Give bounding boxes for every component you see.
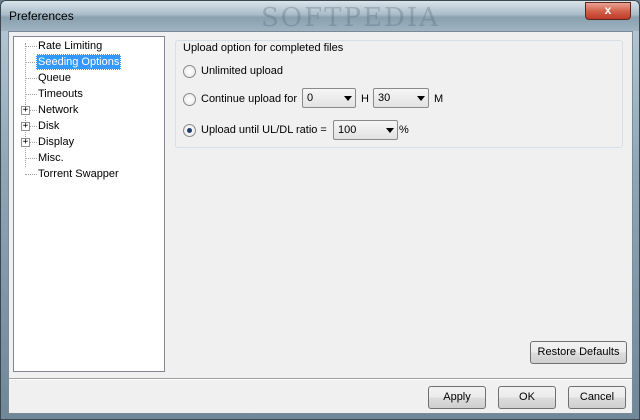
option-ratio-row[interactable]: Upload until UL/DL ratio =: [183, 122, 327, 138]
chevron-down-icon: [417, 96, 425, 101]
expand-icon[interactable]: +: [21, 106, 30, 115]
radio-upload-ratio[interactable]: [183, 123, 196, 137]
label-unlimited-upload: Unlimited upload: [201, 65, 283, 77]
radio-continue-upload[interactable]: [183, 92, 196, 106]
ratio-value: 100: [338, 124, 357, 136]
restore-defaults-button[interactable]: Restore Defaults: [530, 341, 627, 364]
watermark: SOFTPEDIA: [261, 3, 440, 33]
label-continue-upload: Continue upload for: [201, 93, 298, 105]
chevron-down-icon: [344, 96, 352, 101]
title-bar: Preferences SOFTPEDIA x: [1, 1, 639, 33]
minutes-value: 30: [378, 92, 391, 104]
chevron-down-icon: [386, 128, 394, 133]
ratio-select[interactable]: 100: [333, 120, 398, 140]
close-button[interactable]: x: [585, 2, 631, 20]
tree-item-queue[interactable]: Queue: [36, 70, 73, 86]
footer-separator: [9, 378, 632, 380]
ratio-unit: %: [399, 124, 409, 136]
hours-select[interactable]: 0: [302, 88, 356, 108]
tree-item-misc[interactable]: Misc.: [36, 150, 66, 166]
ok-button[interactable]: OK: [498, 386, 556, 409]
radio-unlimited-upload[interactable]: [183, 64, 196, 78]
apply-button[interactable]: Apply: [428, 386, 486, 409]
tree-item-display[interactable]: Display: [36, 134, 76, 150]
tree-item-seeding-options[interactable]: Seeding Options: [36, 54, 122, 70]
tree-item-rate-limiting[interactable]: Rate Limiting: [36, 38, 104, 54]
dialog-client-area: + + + Rate Limiting Seeding Options Queu…: [8, 31, 633, 414]
label-upload-ratio: Upload until UL/DL ratio =: [201, 124, 327, 136]
minutes-select[interactable]: 30: [373, 88, 429, 108]
option-continue-row[interactable]: Continue upload for: [183, 91, 297, 107]
expand-icon[interactable]: +: [21, 138, 30, 147]
group-title: Upload option for completed files: [181, 42, 346, 54]
tree-item-timeouts[interactable]: Timeouts: [36, 86, 85, 102]
tree-item-torrent-swapper[interactable]: Torrent Swapper: [36, 166, 121, 182]
hours-value: 0: [307, 92, 314, 104]
option-unlimited-row[interactable]: Unlimited upload: [183, 63, 283, 79]
expand-icon[interactable]: +: [21, 122, 30, 131]
tree-item-disk[interactable]: Disk: [36, 118, 61, 134]
tree-item-network[interactable]: Network: [36, 102, 80, 118]
window-title: Preferences: [9, 9, 74, 23]
minutes-unit: M: [434, 93, 444, 105]
hours-unit: H: [361, 93, 369, 105]
settings-tree: + + + Rate Limiting Seeding Options Queu…: [13, 36, 165, 372]
cancel-button[interactable]: Cancel: [568, 386, 626, 409]
preferences-window: Preferences SOFTPEDIA x + + + Rate Limit…: [0, 0, 640, 420]
